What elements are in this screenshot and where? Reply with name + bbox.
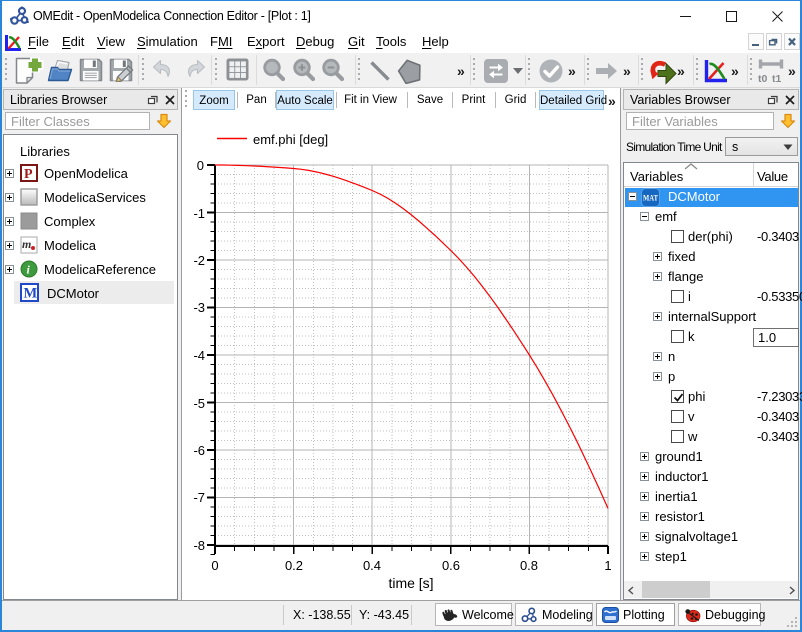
svg-text:P: P [24,167,33,182]
svg-text:t0: t0 [758,73,767,85]
svg-text:t1: t1 [772,73,781,85]
svg-text:M: M [24,286,38,302]
svg-text:MAT: MAT [643,193,658,203]
svg-text:m: m [22,237,31,251]
